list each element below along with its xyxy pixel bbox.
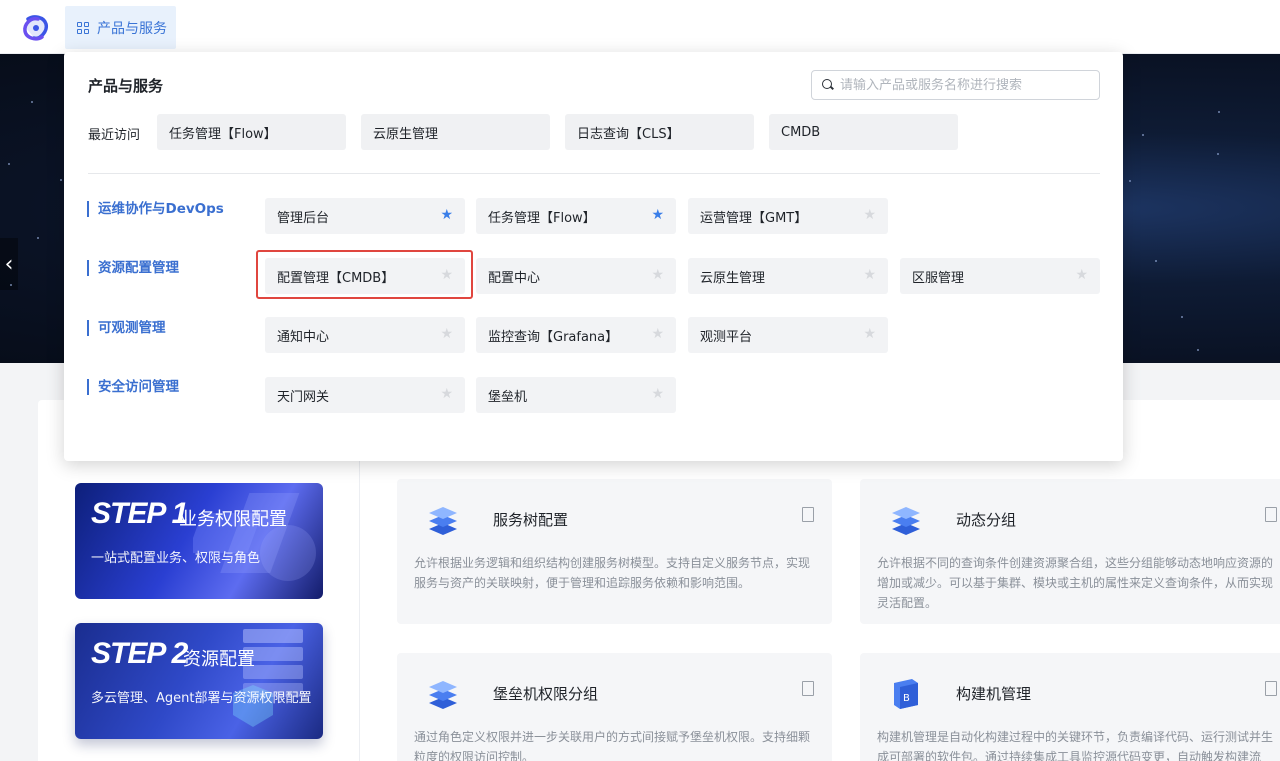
product-item-label: 堡垒机 xyxy=(488,389,528,405)
product-item[interactable]: 天门网关 ★ xyxy=(265,377,465,413)
service-title: 动态分组 xyxy=(956,511,1017,529)
service-desc: 通过角色定义权限并进一步关联用户的方式间接赋予堡垒机权限。支持细颗粒度的权限访问… xyxy=(414,730,811,761)
star-outline-icon[interactable]: ★ xyxy=(651,268,664,282)
step2-card[interactable]: STEP 2 资源配置 多云管理、Agent部署与资源权限配置 xyxy=(75,623,323,739)
service-card[interactable]: 堡垒机权限分组 通过角色定义权限并进一步关联用户的方式间接赋予堡垒机权限。支持细… xyxy=(397,653,832,761)
service-title: 构建机管理 xyxy=(956,685,1032,703)
step1-card[interactable]: STEP 1 业务权限配置 一站式配置业务、权限与角色 xyxy=(75,483,323,599)
products-services-panel: 产品与服务 最近访问 任务管理【Flow】 云原生管理 日志查询【CLS】 CM… xyxy=(64,52,1123,461)
doc-icon[interactable] xyxy=(1265,507,1277,522)
product-item-label: 云原生管理 xyxy=(700,270,766,286)
products-services-label: 产品与服务 xyxy=(97,20,167,37)
service-desc: 允许根据不同的查询条件创建资源聚合组，这些分组能够动态地响应资源的增加或减少。可… xyxy=(877,556,1274,610)
product-item-label: 管理后台 xyxy=(277,210,330,226)
service-desc: 构建机管理是自动化构建过程中的关键环节，负责编译代码、运行测试并生成可部署的软件… xyxy=(877,730,1274,761)
recent-item[interactable]: 任务管理【Flow】 xyxy=(157,114,346,150)
hero-star-dot xyxy=(1218,111,1220,113)
star-outline-icon[interactable]: ★ xyxy=(1075,268,1088,282)
step2-servers-illustration xyxy=(233,629,303,727)
star-outline-icon[interactable]: ★ xyxy=(863,268,876,282)
product-item[interactable]: 通知中心 ★ xyxy=(265,317,465,353)
star-filled-icon[interactable]: ★ xyxy=(440,208,453,222)
product-item[interactable]: 监控查询【Grafana】 ★ xyxy=(476,317,676,353)
step1-illustration xyxy=(193,493,316,581)
product-item-label: 配置中心 xyxy=(488,270,541,286)
star-filled-icon[interactable]: ★ xyxy=(651,208,664,222)
service-title: 堡垒机权限分组 xyxy=(493,685,599,703)
product-item-label: 区服管理 xyxy=(912,270,965,286)
hero-star-dot xyxy=(1197,349,1199,351)
hero-star-dot xyxy=(1142,134,1144,136)
product-item[interactable]: 配置中心 ★ xyxy=(476,258,676,294)
service-card[interactable]: 动态分组 允许根据不同的查询条件创建资源聚合组，这些分组能够动态地响应资源的增加… xyxy=(860,479,1280,624)
product-item[interactable]: 区服管理 ★ xyxy=(900,258,1100,294)
product-item[interactable]: 堡垒机 ★ xyxy=(476,377,676,413)
product-item-label: 监控查询【Grafana】 xyxy=(488,329,619,345)
step2-desc: 多云管理、Agent部署与资源权限配置 xyxy=(91,691,312,706)
hero-star-dot xyxy=(1217,153,1219,155)
recent-item[interactable]: 日志查询【CLS】 xyxy=(565,114,754,150)
step1-title: 业务权限配置 xyxy=(179,509,287,530)
service-title: 服务树配置 xyxy=(493,511,569,529)
category-label: 安全访问管理 xyxy=(87,379,179,395)
product-search-box[interactable] xyxy=(811,70,1100,100)
product-item-label: 运营管理【GMT】 xyxy=(700,210,808,226)
products-services-button[interactable]: 产品与服务 xyxy=(65,6,176,49)
stack-layers-icon xyxy=(429,681,457,709)
star-outline-icon[interactable]: ★ xyxy=(440,387,453,401)
app-logo-icon[interactable] xyxy=(22,14,50,42)
service-card[interactable]: 服务树配置 允许根据业务逻辑和组织结构创建服务树模型。支持自定义服务节点，实现服… xyxy=(397,479,832,624)
product-item[interactable]: 管理后台 ★ xyxy=(265,198,465,234)
divider xyxy=(88,173,1100,174)
top-navbar: 产品与服务 xyxy=(0,0,1280,54)
stack-layers-icon xyxy=(892,507,920,535)
step2-title: 资源配置 xyxy=(183,649,255,670)
search-icon xyxy=(822,79,834,91)
hero-star-dot xyxy=(1129,180,1131,182)
product-item[interactable]: 云原生管理 ★ xyxy=(688,258,888,294)
doc-icon[interactable] xyxy=(802,507,814,522)
product-item-label: 天门网关 xyxy=(277,389,330,405)
product-item[interactable]: 运营管理【GMT】 ★ xyxy=(688,198,888,234)
service-card[interactable]: B 构建机管理 构建机管理是自动化构建过程中的关键环节，负责编译代码、运行测试并… xyxy=(860,653,1280,761)
product-item-label: 观测平台 xyxy=(700,329,753,345)
grid-icon xyxy=(77,21,89,34)
recent-item[interactable]: CMDB xyxy=(769,114,958,150)
product-item[interactable]: 观测平台 ★ xyxy=(688,317,888,353)
service-desc: 允许根据业务逻辑和组织结构创建服务树模型。支持自定义服务节点，实现服务与资产的关… xyxy=(414,556,811,590)
step2-badge: STEP 2 xyxy=(91,637,188,670)
star-outline-icon[interactable]: ★ xyxy=(651,327,664,341)
doc-icon[interactable] xyxy=(802,681,814,696)
hero-prev-arrow-icon[interactable]: ‹ xyxy=(0,238,18,290)
step1-badge: STEP 1 xyxy=(91,497,188,530)
svg-text:B: B xyxy=(903,693,910,704)
hero-star-dot xyxy=(60,179,62,181)
star-outline-icon[interactable]: ★ xyxy=(651,387,664,401)
cmdb-highlight-box xyxy=(256,250,473,299)
category-label: 运维协作与DevOps xyxy=(87,201,224,217)
panel-title: 产品与服务 xyxy=(88,77,164,95)
product-item-label: 任务管理【Flow】 xyxy=(488,210,596,226)
build-machine-icon: B xyxy=(894,679,918,709)
hero-star-dot xyxy=(31,101,33,103)
hero-star-dot xyxy=(1181,316,1183,318)
category-label: 可观测管理 xyxy=(87,320,166,336)
category-label: 资源配置管理 xyxy=(87,260,179,276)
product-item-label: 通知中心 xyxy=(277,329,330,345)
recent-item[interactable]: 云原生管理 xyxy=(361,114,550,150)
product-item[interactable]: 任务管理【Flow】 ★ xyxy=(476,198,676,234)
star-outline-icon[interactable]: ★ xyxy=(863,208,876,222)
hero-star-dot xyxy=(8,163,10,165)
recent-label: 最近访问 xyxy=(88,128,141,143)
doc-icon[interactable] xyxy=(1265,681,1277,696)
hero-star-dot xyxy=(1155,260,1157,262)
product-search-input[interactable] xyxy=(840,77,1080,93)
stack-layers-icon xyxy=(429,507,457,535)
hero-star-dot xyxy=(10,284,12,286)
hero-star-dot xyxy=(37,237,39,239)
star-outline-icon[interactable]: ★ xyxy=(440,327,453,341)
star-outline-icon[interactable]: ★ xyxy=(863,327,876,341)
step1-desc: 一站式配置业务、权限与角色 xyxy=(91,551,261,566)
